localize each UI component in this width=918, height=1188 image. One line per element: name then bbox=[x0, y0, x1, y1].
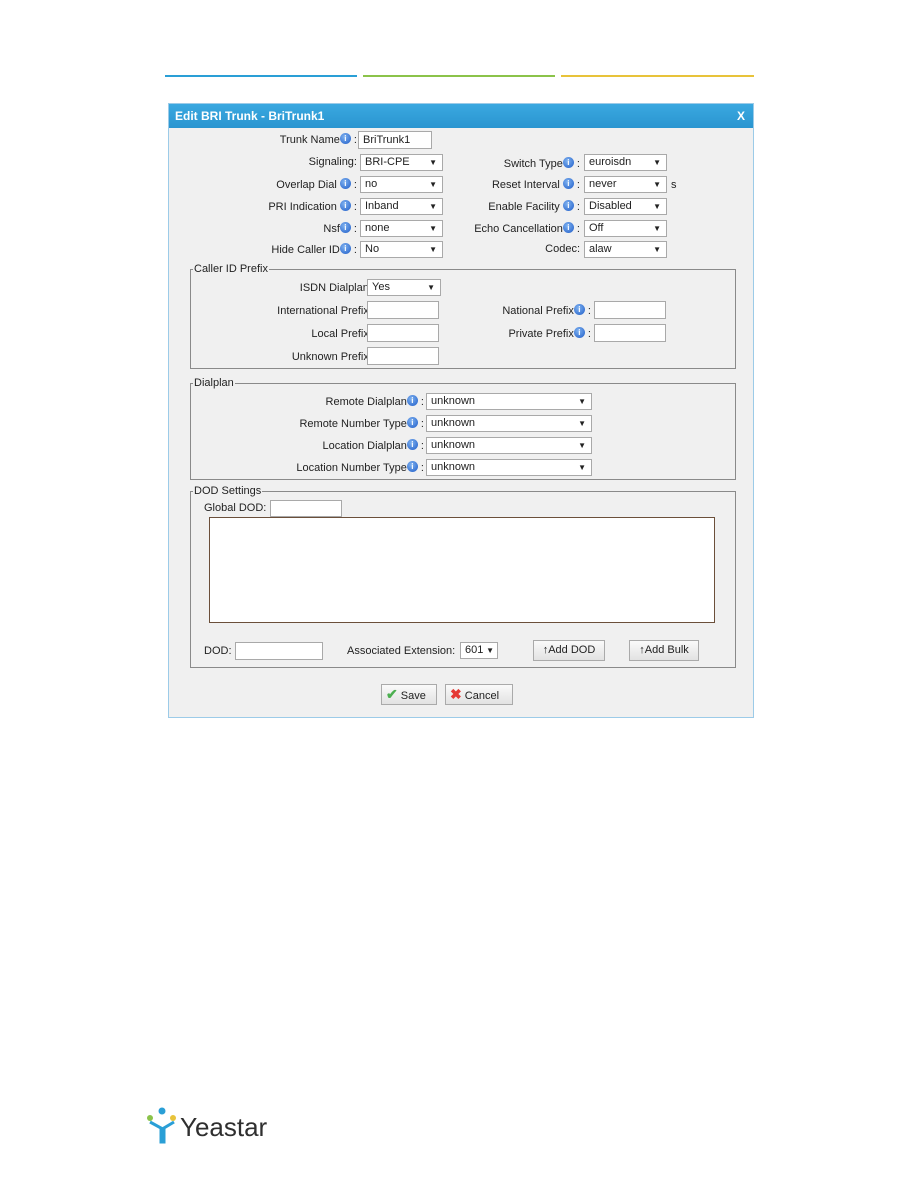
switch-type-label: Switch Type i : bbox=[503, 157, 580, 170]
associated-extension-select[interactable]: 601 ▼ bbox=[460, 642, 498, 659]
info-icon[interactable]: i bbox=[339, 243, 351, 254]
national-prefix-input[interactable] bbox=[594, 301, 666, 319]
header-line-yellow bbox=[561, 75, 754, 77]
info-icon[interactable]: i bbox=[339, 133, 351, 144]
dod-input[interactable] bbox=[235, 642, 323, 660]
reset-interval-select[interactable]: never ▼ bbox=[584, 176, 667, 193]
unknown-prefix-input[interactable] bbox=[367, 347, 439, 365]
codec-select[interactable]: alaw ▼ bbox=[584, 241, 667, 258]
cancel-x-icon: ✖ bbox=[450, 686, 462, 702]
info-icon[interactable]: i bbox=[573, 304, 585, 315]
national-prefix-label: National Prefix i : bbox=[502, 304, 591, 317]
header-line-blue bbox=[165, 75, 357, 77]
nsf-label: Nsf i : bbox=[323, 222, 357, 235]
switch-type-select[interactable]: euroisdn ▼ bbox=[584, 154, 667, 171]
location-dialplan-label: Location Dialplan i : bbox=[322, 439, 424, 452]
dod-settings-legend: DOD Settings bbox=[193, 485, 263, 498]
save-button[interactable]: ✔ Save bbox=[381, 684, 437, 705]
trunk-name-label: Trunk Name i : bbox=[279, 133, 357, 146]
global-dod-input[interactable] bbox=[270, 500, 342, 517]
international-prefix-input[interactable] bbox=[367, 301, 439, 319]
yeastar-logo: Yeastar bbox=[146, 1106, 268, 1146]
checkmark-icon: ✔ bbox=[386, 686, 398, 702]
reset-interval-unit: s bbox=[671, 179, 677, 191]
caller-id-prefix-legend: Caller ID Prefix bbox=[193, 263, 269, 276]
global-dod-label: Global DOD: bbox=[204, 502, 267, 514]
overlap-dial-select[interactable]: no ▼ bbox=[360, 176, 443, 193]
associated-extension-label: Associated Extension: bbox=[347, 645, 456, 657]
caller-id-prefix-fieldset: Caller ID Prefix bbox=[190, 263, 736, 369]
info-icon[interactable]: i bbox=[573, 327, 585, 338]
overlap-dial-label: Overlap Dial i : bbox=[276, 178, 357, 191]
edit-bri-trunk-dialog: Edit BRI Trunk - BriTrunk1 X Trunk Name i … bbox=[168, 103, 754, 718]
trunk-name-input[interactable]: BriTrunk1 bbox=[358, 131, 432, 149]
close-button[interactable]: X bbox=[737, 104, 745, 128]
info-icon[interactable]: i bbox=[406, 461, 418, 472]
echo-cancellation-select[interactable]: Off ▼ bbox=[584, 220, 667, 237]
codec-label: Codec: bbox=[545, 243, 580, 255]
private-prefix-label: Private Prefix i : bbox=[508, 327, 591, 340]
private-prefix-input[interactable] bbox=[594, 324, 666, 342]
info-icon[interactable]: i bbox=[406, 417, 418, 428]
remote-dialplan-select[interactable]: unknown ▼ bbox=[426, 393, 592, 410]
enable-facility-select[interactable]: Disabled ▼ bbox=[584, 198, 667, 215]
info-icon[interactable]: i bbox=[562, 157, 574, 168]
pri-indication-label: PRI Indication i : bbox=[268, 200, 357, 213]
reset-interval-label: Reset Interval i : bbox=[491, 178, 580, 191]
info-icon[interactable]: i bbox=[562, 178, 574, 189]
location-number-type-label: Location Number Type i : bbox=[296, 461, 424, 474]
enable-facility-label: Enable Facility i : bbox=[488, 200, 580, 213]
nsf-select[interactable]: none ▼ bbox=[360, 220, 443, 237]
remote-number-type-select[interactable]: unknown ▼ bbox=[426, 415, 592, 432]
info-icon[interactable]: i bbox=[406, 439, 418, 450]
location-dialplan-select[interactable]: unknown ▼ bbox=[426, 437, 592, 454]
dod-label: DOD: bbox=[204, 645, 232, 657]
remote-dialplan-label: Remote Dialplan i : bbox=[325, 395, 424, 408]
local-prefix-input[interactable] bbox=[367, 324, 439, 342]
yeastar-logo-text: Yeastar bbox=[180, 1112, 268, 1142]
hide-caller-id-select[interactable]: No ▼ bbox=[360, 241, 443, 258]
dialplan-legend: Dialplan bbox=[193, 377, 235, 390]
pri-indication-select[interactable]: Inband ▼ bbox=[360, 198, 443, 215]
info-icon[interactable]: i bbox=[339, 222, 351, 233]
remote-number-type-label: Remote Number Type i : bbox=[299, 417, 424, 430]
add-dod-button[interactable]: ↑Add DOD bbox=[533, 640, 605, 661]
dod-list-area[interactable] bbox=[209, 517, 715, 623]
isdn-dialplan-select[interactable]: Yes ▼ bbox=[367, 279, 441, 296]
header-line-green bbox=[363, 75, 555, 77]
info-icon[interactable]: i bbox=[562, 222, 574, 233]
location-number-type-select[interactable]: unknown ▼ bbox=[426, 459, 592, 476]
dialog-header: Edit BRI Trunk - BriTrunk1 X bbox=[169, 104, 753, 128]
info-icon[interactable]: i bbox=[562, 200, 574, 211]
add-bulk-button[interactable]: ↑Add Bulk bbox=[629, 640, 699, 661]
info-icon[interactable]: i bbox=[406, 395, 418, 406]
info-icon[interactable]: i bbox=[339, 178, 351, 189]
cancel-button[interactable]: ✖ Cancel bbox=[445, 684, 513, 705]
info-icon[interactable]: i bbox=[339, 200, 351, 211]
hide-caller-id-label: Hide Caller ID i : bbox=[271, 243, 357, 256]
echo-cancellation-label: Echo Cancellation i : bbox=[474, 222, 580, 235]
signaling-select[interactable]: BRI-CPE ▼ bbox=[360, 154, 443, 171]
yeastar-logo-mark bbox=[147, 1107, 176, 1144]
dialog-title: Edit BRI Trunk - BriTrunk1 bbox=[175, 109, 325, 123]
signaling-label: Signaling: bbox=[308, 156, 357, 168]
